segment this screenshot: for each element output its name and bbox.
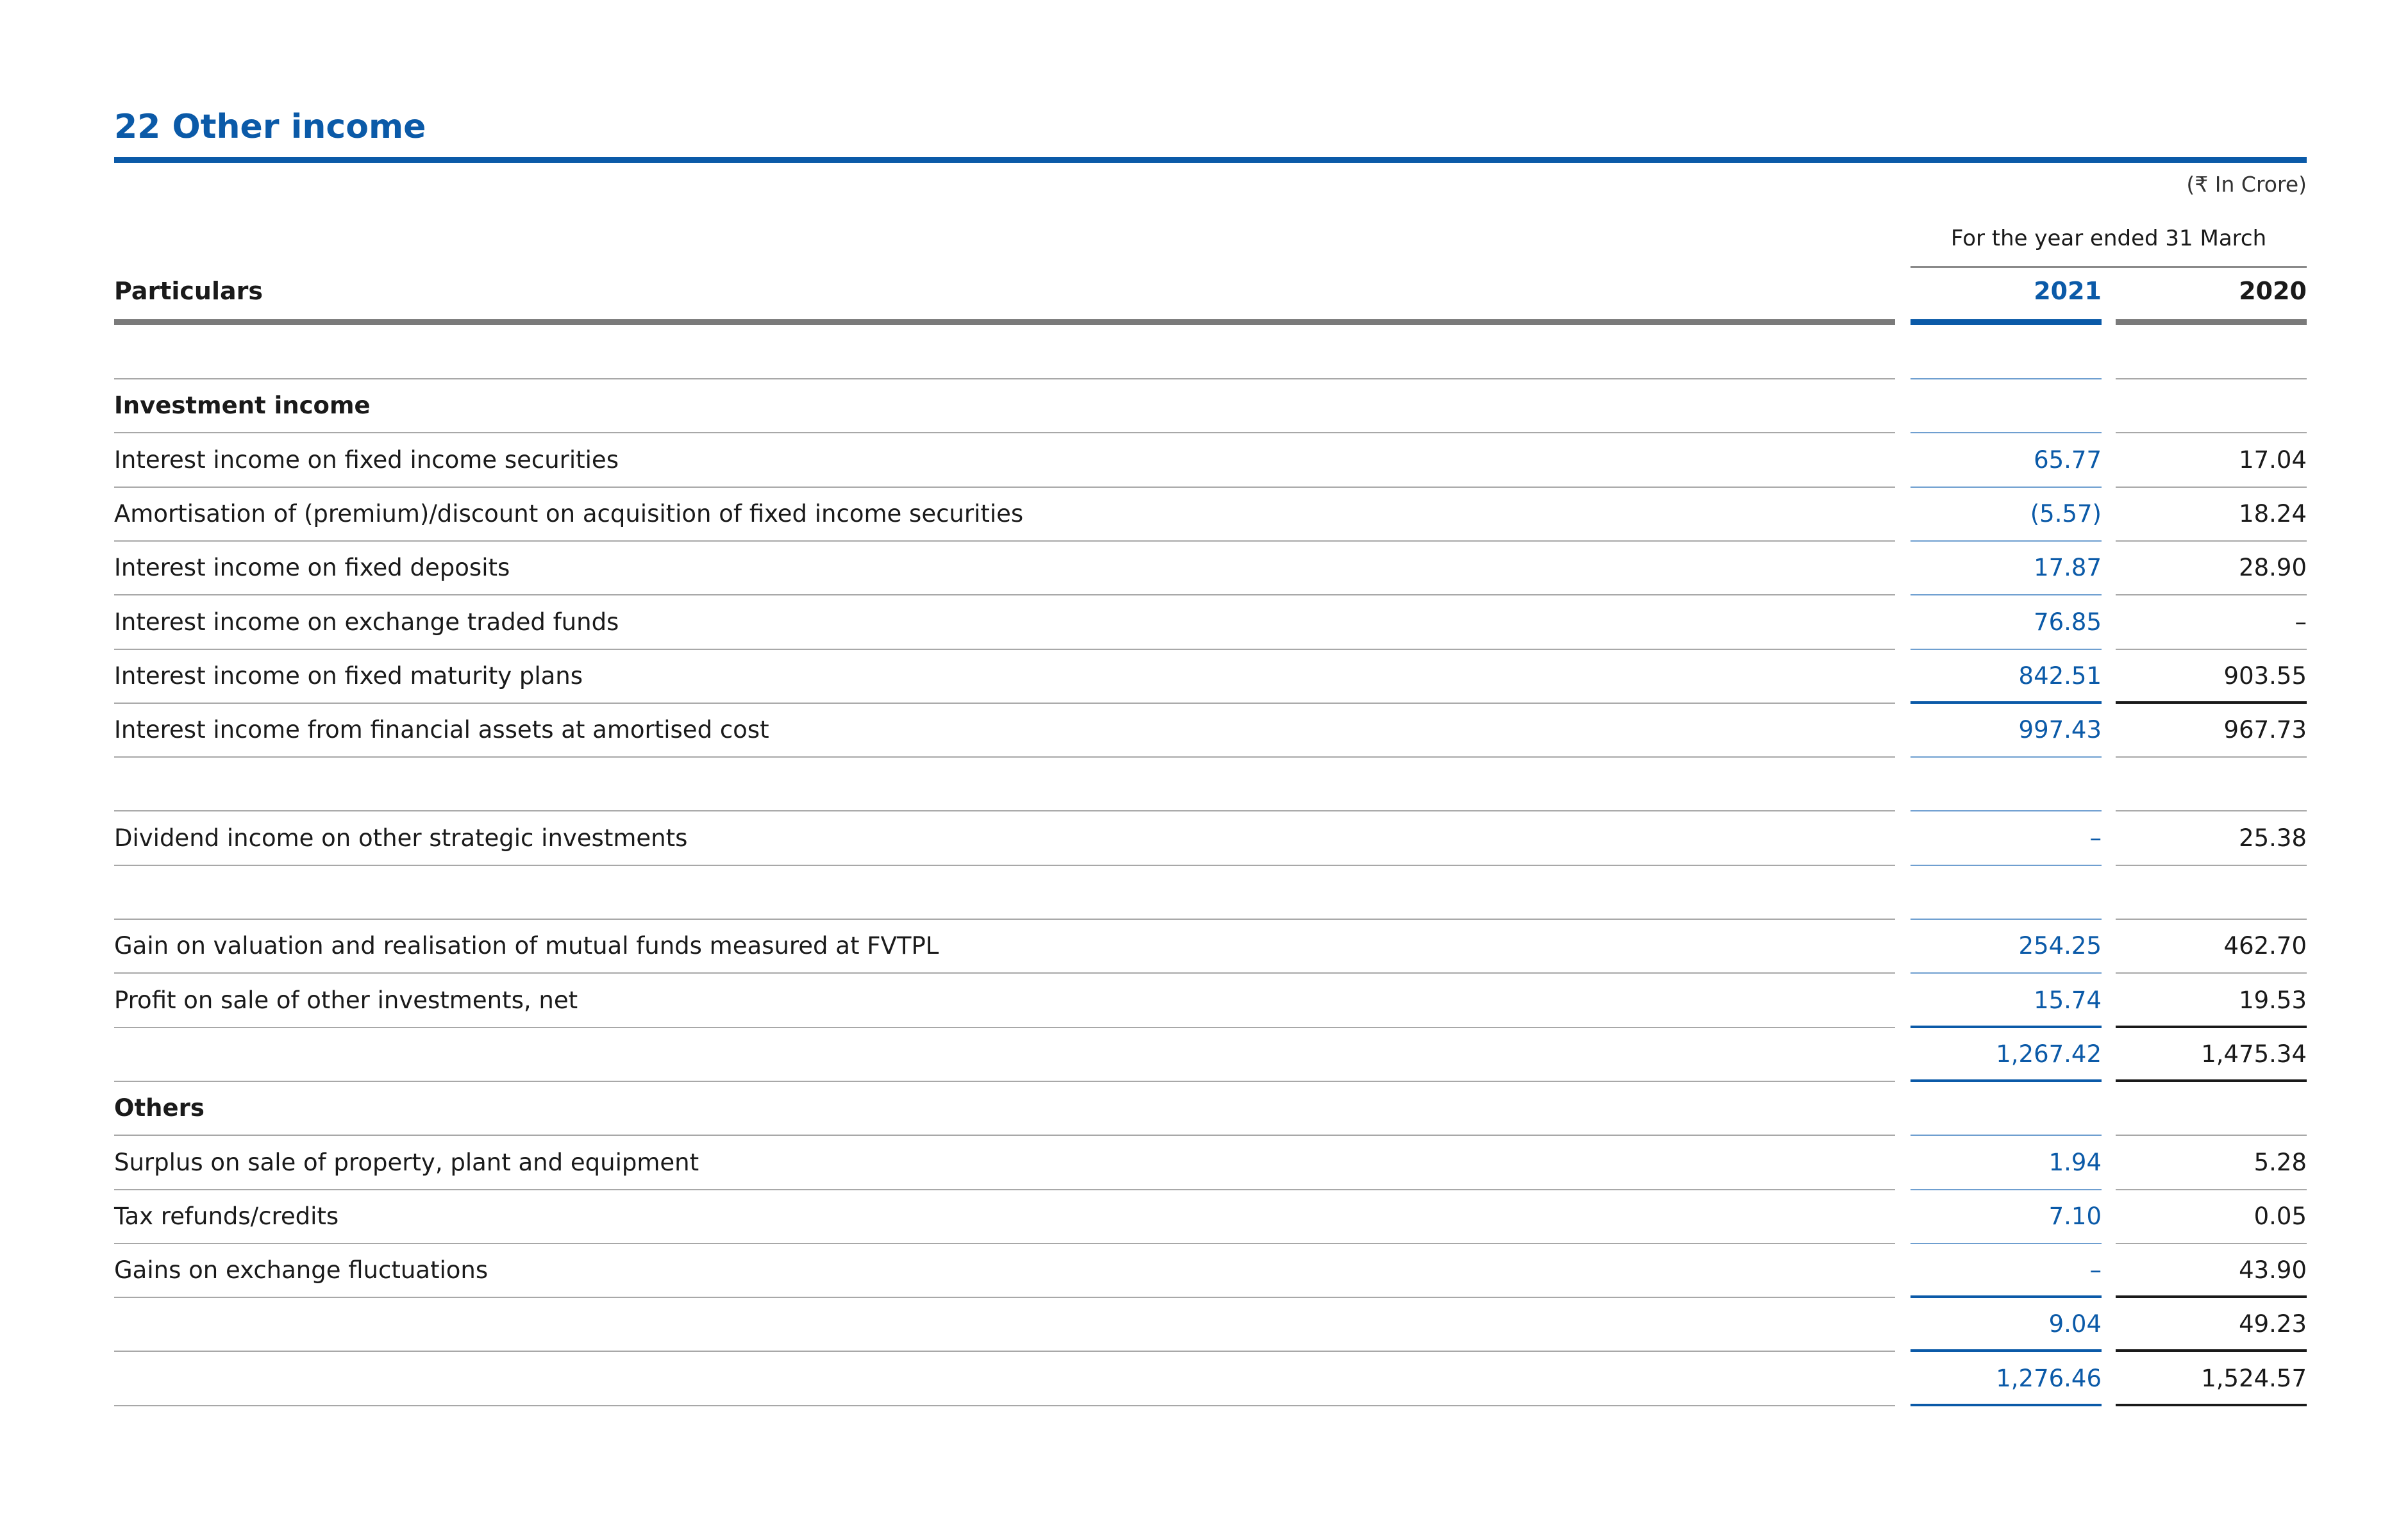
value-2021: 1,276.46 xyxy=(1996,1364,2102,1392)
row-label: Others xyxy=(114,1094,205,1122)
value-2020: 1,524.57 xyxy=(2201,1364,2307,1392)
table-row: Interest income on exchange traded funds… xyxy=(0,595,2408,650)
header-rule-particulars xyxy=(114,319,1895,325)
table-row: Interest income from financial assets at… xyxy=(0,703,2408,758)
table-row: Interest income on fixed maturity plans 8… xyxy=(0,649,2408,704)
value-2021: – xyxy=(2089,1256,2102,1285)
value-2020: 18.24 xyxy=(2239,499,2307,528)
value-2020: 5.28 xyxy=(2253,1148,2307,1176)
table-row: Investment income xyxy=(0,379,2408,434)
column-header-year-2021: 2021 xyxy=(2034,277,2102,305)
value-2021: 76.85 xyxy=(2034,608,2102,636)
table-row xyxy=(0,757,2408,812)
value-2020: 967.73 xyxy=(2223,716,2307,744)
table-row: Profit on sale of other investments, net… xyxy=(0,974,2408,1028)
value-2021: 842.51 xyxy=(2018,661,2102,690)
value-2020: 28.90 xyxy=(2239,554,2307,582)
table-row: Amortisation of (premium)/discount on ac… xyxy=(0,487,2408,542)
header-rule-2021 xyxy=(1911,319,2102,325)
row-label: Gain on valuation and realisation of mut… xyxy=(114,932,939,960)
column-header-particulars: Particulars xyxy=(114,277,263,305)
table-row: Others xyxy=(0,1081,2408,1136)
value-2021: 7.10 xyxy=(2048,1202,2102,1230)
value-2020: 462.70 xyxy=(2223,932,2307,960)
value-2020: – xyxy=(2295,608,2307,636)
value-2020: 25.38 xyxy=(2239,824,2307,852)
value-2021: 17.87 xyxy=(2034,554,2102,582)
value-2021: 997.43 xyxy=(2018,716,2102,744)
unit-label: (₹ In Crore) xyxy=(2186,172,2307,197)
row-divider-2020 xyxy=(2116,1403,2307,1406)
value-2020: 0.05 xyxy=(2253,1202,2307,1230)
table-row: Interest income on fixed deposits 17.87 28… xyxy=(0,541,2408,596)
row-label: Surplus on sale of property, plant and e… xyxy=(114,1148,699,1176)
section-title: 22 Other income xyxy=(114,108,426,146)
table-row: Dividend income on other strategic inves… xyxy=(0,811,2408,866)
value-2021: – xyxy=(2089,824,2102,852)
row-divider-2021 xyxy=(1911,1403,2102,1406)
row-label: Amortisation of (premium)/discount on ac… xyxy=(114,499,1024,528)
row-label: Investment income xyxy=(114,392,371,420)
value-2021: 9.04 xyxy=(2048,1310,2102,1338)
value-2021: 1.94 xyxy=(2048,1148,2102,1176)
period-label: For the year ended 31 March xyxy=(1950,226,2267,251)
row-divider xyxy=(114,1404,1895,1406)
value-2021: (5.57) xyxy=(2030,499,2102,528)
value-2021: 1,267.42 xyxy=(1996,1040,2102,1068)
title-rule xyxy=(114,157,2307,163)
value-2021: 15.74 xyxy=(2034,986,2102,1014)
table-row: Tax refunds/credits 7.10 0.05 xyxy=(0,1190,2408,1244)
table-row xyxy=(0,865,2408,920)
value-2020: 43.90 xyxy=(2239,1256,2307,1285)
row-label: Profit on sale of other investments, net xyxy=(114,986,578,1014)
row-label: Interest income from financial assets at… xyxy=(114,716,769,744)
table-row xyxy=(0,325,2408,379)
period-rule xyxy=(1911,266,2307,268)
row-label: Gains on exchange fluctuations xyxy=(114,1256,489,1285)
row-label: Tax refunds/credits xyxy=(114,1202,339,1230)
table-row: 1,276.46 1,524.57 xyxy=(0,1352,2408,1406)
header-rule-2020 xyxy=(2116,319,2307,325)
table-row: 9.04 49.23 xyxy=(0,1297,2408,1352)
table-row: Gain on valuation and realisation of mut… xyxy=(0,919,2408,974)
row-label: Interest income on exchange traded funds xyxy=(114,608,619,636)
value-2021: 65.77 xyxy=(2034,445,2102,474)
table-row: Surplus on sale of property, plant and e… xyxy=(0,1136,2408,1190)
value-2020: 17.04 xyxy=(2239,445,2307,474)
row-label: Interest income on fixed maturity plans xyxy=(114,661,583,690)
value-2020: 49.23 xyxy=(2239,1310,2307,1338)
table-row: Gains on exchange fluctuations – 43.90 xyxy=(0,1244,2408,1299)
row-label: Interest income on fixed income securiti… xyxy=(114,445,619,474)
value-2021: 254.25 xyxy=(2018,932,2102,960)
table-row: Interest income on fixed income securiti… xyxy=(0,433,2408,488)
row-label: Interest income on fixed deposits xyxy=(114,554,510,582)
table-row: 1,267.42 1,475.34 xyxy=(0,1027,2408,1082)
value-2020: 903.55 xyxy=(2223,661,2307,690)
row-label: Dividend income on other strategic inves… xyxy=(114,824,688,852)
value-2020: 1,475.34 xyxy=(2201,1040,2307,1068)
column-header-year-2020: 2020 xyxy=(2239,277,2307,305)
value-2020: 19.53 xyxy=(2239,986,2307,1014)
